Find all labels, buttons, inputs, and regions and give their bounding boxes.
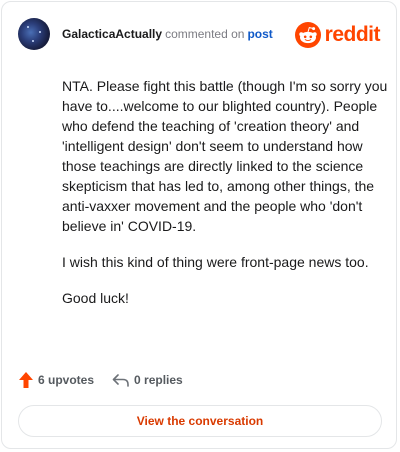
comment-header: GalacticaActually commented on post reddit [18,18,381,52]
reddit-snoo-icon [294,22,321,48]
reddit-logo[interactable]: reddit [294,22,381,48]
upvotes-count: 6 upvotes [38,373,95,387]
avatar-star [39,31,41,33]
user-avatar[interactable] [18,18,50,50]
comment-body: NTA. Please fight this battle (though I'… [62,76,388,324]
avatar-star [27,26,29,28]
comment-embed-card: GalacticaActually commented on post reddit… [1,1,397,449]
upvotes-stat[interactable]: 6 upvotes [18,371,94,389]
comment-stats: 6 upvotes 0 replies [18,370,183,390]
username-link[interactable]: GalacticaActually [62,27,162,41]
comment-paragraph: NTA. Please fight this battle (though I'… [62,78,388,234]
avatar-star [32,40,34,42]
replies-count: 0 replies [134,373,183,387]
view-conversation-button[interactable]: View the conversation [18,405,382,437]
replies-stat[interactable]: 0 replies [112,372,183,388]
reddit-wordmark: reddit [324,23,381,46]
reply-arrow-icon [112,374,129,387]
post-link[interactable]: post [247,27,272,41]
comment-paragraph: Good luck! [62,290,129,306]
comment-paragraph: I wish this kind of thing were front-pag… [62,254,369,270]
comment-meta: GalacticaActually commented on post [62,26,273,42]
upvote-arrow-icon [19,372,33,388]
action-text: commented on [165,27,245,41]
